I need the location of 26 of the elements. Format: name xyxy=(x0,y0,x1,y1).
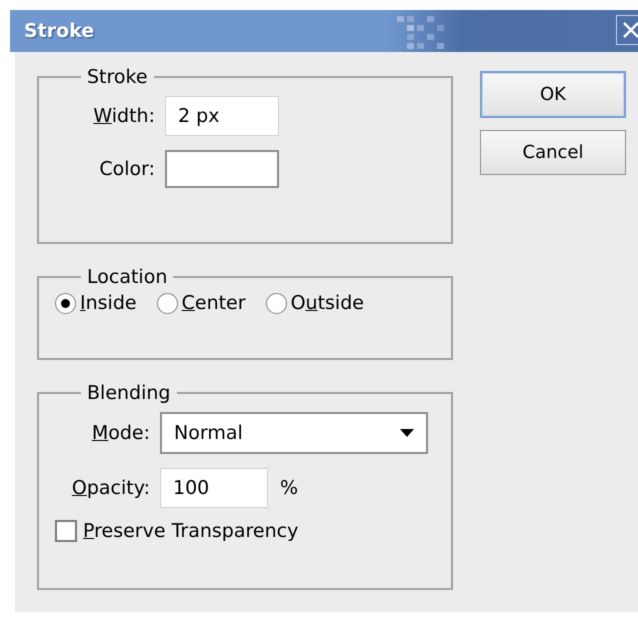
group-title: Blending xyxy=(86,382,172,404)
checkbox-label[interactable]: Preserve Transparency xyxy=(83,520,298,542)
caret-icon xyxy=(400,429,414,437)
window-title: Stroke xyxy=(24,20,94,42)
radio-label[interactable]: Outside xyxy=(290,292,364,314)
field-label: Opacity: xyxy=(70,477,151,499)
color-swatch[interactable] xyxy=(165,150,279,188)
group-title: Location xyxy=(86,266,168,288)
radio-label[interactable]: Center xyxy=(182,292,246,314)
cancel-button[interactable]: Cancel xyxy=(480,130,626,175)
field-label: Width: xyxy=(92,105,156,127)
field-label: Color: xyxy=(98,158,156,180)
checkbox[interactable] xyxy=(55,520,77,542)
close-icon xyxy=(621,20,638,40)
group-title: Stroke xyxy=(86,66,149,88)
ok-button[interactable]: OK xyxy=(480,71,626,118)
unit-label: % xyxy=(280,477,298,499)
width-field[interactable]: 2 px xyxy=(165,96,279,136)
opacity-field[interactable]: 100 xyxy=(160,468,268,508)
radio-button[interactable] xyxy=(156,292,178,314)
radio-label[interactable]: Inside xyxy=(80,292,137,314)
close-button[interactable] xyxy=(616,15,638,45)
mode-dropdown[interactable]: Normal xyxy=(160,412,428,454)
field-label: Mode: xyxy=(90,422,151,444)
radio-button[interactable] xyxy=(55,292,76,314)
radio-button[interactable] xyxy=(266,292,287,314)
